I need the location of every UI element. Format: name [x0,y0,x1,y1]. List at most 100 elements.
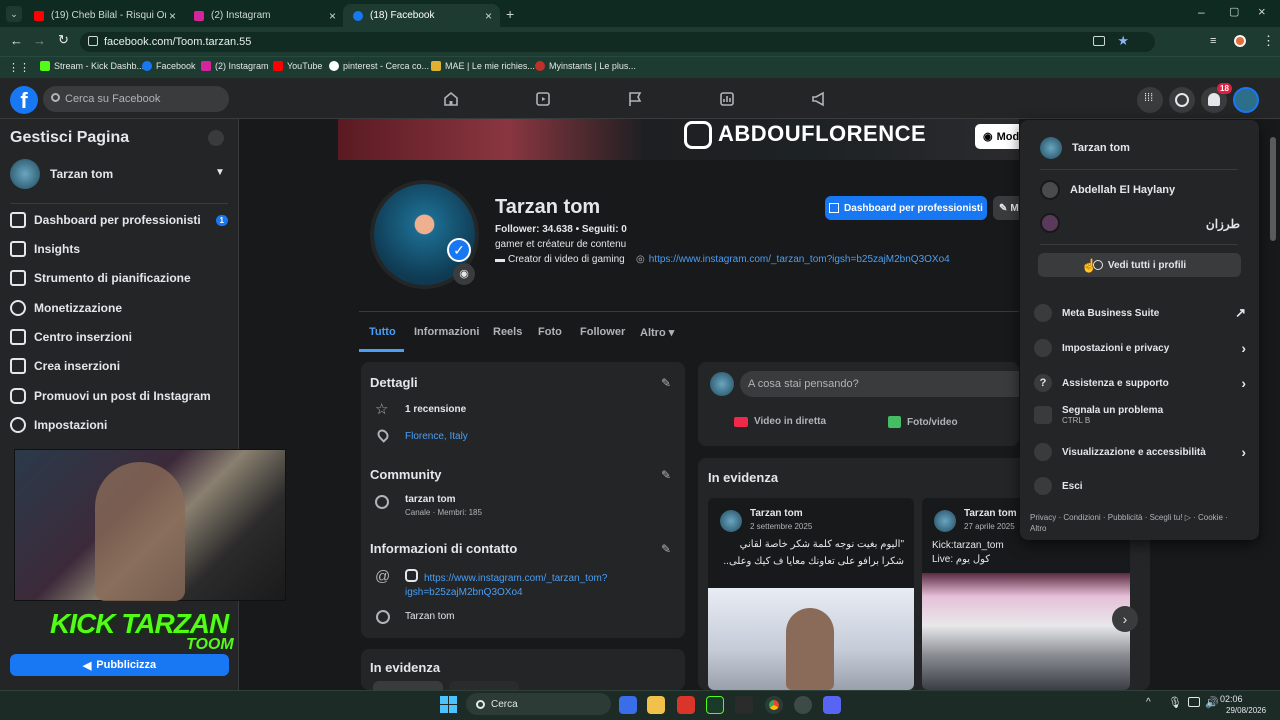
facebook-logo[interactable]: f [10,86,38,114]
photo-video-button[interactable]: Foto/video [888,416,958,428]
featured-post[interactable]: Tarzan tom 2 settembre 2025 "اليوم بغيت … [708,498,914,690]
community-name[interactable]: tarzan tom [405,494,456,505]
page-scrollbar[interactable] [1270,137,1276,241]
dashboard-button[interactable]: Dashboard per professionisti [825,196,987,220]
sidebar-item-monetization[interactable]: Monetizzazione [10,300,122,316]
close-window-button[interactable]: × [1258,4,1266,19]
menu-profile-arabic[interactable]: طرزان [1040,213,1240,235]
account-avatar[interactable] [1233,87,1259,113]
home-icon[interactable] [443,91,459,107]
sidebar-item-planner[interactable]: Strumento di pianificazione [10,270,191,286]
facebook-search-input[interactable]: Cerca su Facebook [43,86,229,112]
collapse-sidebar-icon[interactable] [208,130,224,146]
sidebar-item-insights[interactable]: Insights [10,241,80,257]
profile-link[interactable]: ◎ https://www.instagram.com/_tarzan_tom?i… [636,254,950,265]
chrome-icon[interactable] [765,696,783,714]
edit-contact-pencil-icon[interactable]: ✎ [661,542,671,556]
volume-icon[interactable]: 🔊 [1205,696,1219,709]
messenger-name[interactable]: Tarzan tom [405,611,454,622]
insights-icon[interactable] [719,91,735,107]
pages-flag-icon[interactable] [627,91,643,107]
messenger-button[interactable] [1169,87,1195,113]
maximize-button[interactable]: ▢ [1229,5,1239,18]
app-icon-4[interactable] [706,696,724,714]
app-icon-7[interactable] [794,696,812,714]
contact-link-line2[interactable]: igsh=b25zajM2bnQ3OXo4 [405,587,523,598]
sidebar-item-create-ads[interactable]: Crea inserzioni [10,358,120,374]
menu-kebab-icon[interactable]: ⋮ [1262,33,1275,49]
back-icon[interactable]: ← [10,33,23,48]
close-tab-icon[interactable]: × [485,9,492,23]
tab-youtube[interactable]: (19) Cheb Bilal - Risqui Omri - \ × [24,4,184,27]
carousel-next-button[interactable]: › [1112,606,1138,632]
tab-follower[interactable]: Follower [580,326,625,338]
menu-item-report-problem[interactable]: Segnala un problema CTRL B [1034,405,1246,425]
menu-item-help[interactable]: ? Assistenza e supporto › [1034,374,1246,392]
live-video-button[interactable]: Video in diretta [734,416,826,427]
app-icon-3[interactable] [677,696,695,714]
composer-input[interactable]: A cosa stai pensando? [740,371,1019,397]
address-bar[interactable]: facebook.com/Toom.tarzan.55 ★ [80,32,1155,52]
tab-informazioni[interactable]: Informazioni [414,326,479,338]
menu-item-business-suite[interactable]: Meta Business Suite ↗ [1034,304,1246,322]
bookmark-youtube[interactable]: YouTube [273,61,322,71]
bookmark-myinstants[interactable]: Myinstants | Le plus... [535,61,636,71]
menu-profile-abdellah[interactable]: Abdellah El Haylany [1040,180,1175,200]
menu-item-logout[interactable]: Esci [1034,477,1246,495]
app-icon-5[interactable] [735,696,753,714]
sidebar-item-dashboard[interactable]: Dashboard per professionisti 1 [10,212,228,228]
ads-megaphone-icon[interactable] [811,91,827,107]
menu-item-settings-privacy[interactable]: Impostazioni e privacy › [1034,339,1246,357]
microphone-icon[interactable]: 🎙 [1168,696,1182,709]
minimize-button[interactable]: – [1198,5,1205,19]
menu-footer-links[interactable]: Privacy · Condizioni · Pubblicità · Sceg… [1030,513,1228,522]
taskbar-search[interactable]: Cerca [466,693,611,715]
bookmark-facebook[interactable]: Facebook [142,61,196,71]
tab-foto[interactable]: Foto [538,326,562,338]
close-tab-icon[interactable]: × [169,9,176,23]
sidebar-item-promote-instagram[interactable]: Promuovi un post di Instagram [10,388,211,404]
profile-stats[interactable]: Follower: 34.638 • Seguiti: 0 [495,224,627,235]
reload-icon[interactable]: ↻ [58,32,69,48]
tab-search-icon[interactable]: ⌄ [6,6,22,22]
edit-profile-button[interactable]: ✎ M [993,196,1019,220]
menu-grid-button[interactable]: ⁞⁞⁞ [1137,87,1163,113]
start-button[interactable] [440,696,457,713]
change-photo-camera-icon[interactable]: ◉ [453,263,475,285]
site-info-icon[interactable] [88,36,98,46]
bookmark-instagram[interactable]: (2) Instagram [201,61,269,71]
page-switcher[interactable]: Tarzan tom ▼ [10,159,228,189]
clock-date[interactable]: 29/08/2026 [1226,706,1266,715]
edit-cover-button[interactable]: ◉ Mod [975,124,1019,149]
tray-chevron-icon[interactable]: ^ [1146,697,1151,708]
publish-button[interactable]: ◀ Pubblicizza [10,654,229,676]
location-link[interactable]: Florence, Italy [405,431,468,442]
contact-link-line1[interactable]: https://www.instagram.com/_tarzan_tom? [424,573,607,584]
apps-grid-icon[interactable]: ⋮⋮ [8,61,30,74]
menu-profile-tarzan[interactable]: Tarzan tom [1040,137,1130,159]
tab-instagram[interactable]: (2) Instagram × [184,4,344,27]
menu-item-display[interactable]: Visualizzazione e accessibilità › [1034,443,1246,461]
sidebar-item-settings[interactable]: Impostazioni [10,417,107,433]
bookmark-kick[interactable]: Stream - Kick Dashb... [40,61,144,71]
video-icon[interactable] [535,91,551,107]
bookmark-pinterest[interactable]: pinterest - Cerca co... [329,61,429,71]
sidebar-item-ads-center[interactable]: Centro inserzioni [10,329,132,345]
menu-footer-more[interactable]: Altro [1030,524,1046,533]
see-all-profiles-button[interactable]: Vedi tutti i profili [1038,253,1241,277]
tab-altro[interactable]: Altro ▾ [640,326,674,339]
tab-reels[interactable]: Reels [493,326,522,338]
close-tab-icon[interactable]: × [329,9,336,23]
tab-tutto[interactable]: Tutto [369,326,396,338]
edit-community-pencil-icon[interactable]: ✎ [661,468,671,482]
new-tab-button[interactable]: + [506,6,514,22]
highlight-pill[interactable] [449,681,519,690]
media-icon[interactable]: ≡ [1210,35,1216,47]
file-explorer-icon[interactable] [647,696,665,714]
reviews-text[interactable]: 1 recensione [405,404,466,415]
network-icon[interactable] [1188,697,1200,707]
app-icon-1[interactable] [619,696,637,714]
bookmark-star-icon[interactable]: ★ [1117,33,1129,49]
highlight-pill[interactable] [373,681,443,690]
tab-facebook[interactable]: (18) Facebook × [343,4,500,27]
